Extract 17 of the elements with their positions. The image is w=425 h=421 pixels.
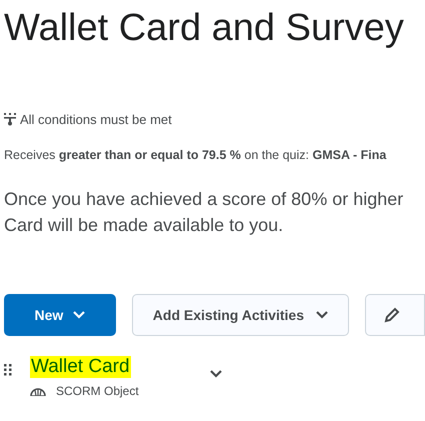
branch-icon [4,113,16,126]
edit-button[interactable] [365,294,425,336]
expand-button[interactable] [210,370,222,378]
condition-rule: Receives greater than or equal to 79.5 % on the quiz: GMSA - Fina [4,146,388,164]
pencil-icon [384,307,400,324]
drag-handle-icon[interactable] [4,364,12,376]
globe-icon [30,386,46,396]
new-button[interactable]: New [4,294,116,336]
chevron-down-icon [73,311,86,320]
add-activities-button[interactable]: Add Existing Activities [132,294,349,336]
item-title-link[interactable]: Wallet Card [30,356,131,378]
conditions-heading: All conditions must be met [20,111,172,129]
page-title: Wallet Card and Survey [4,6,404,51]
chevron-down-icon [210,370,222,378]
unlock-message: Once you have achieved a score of 80% or higher Card will be made available to you. [4,188,404,238]
chevron-down-icon [316,311,328,320]
item-type: SCORM Object [56,383,139,400]
